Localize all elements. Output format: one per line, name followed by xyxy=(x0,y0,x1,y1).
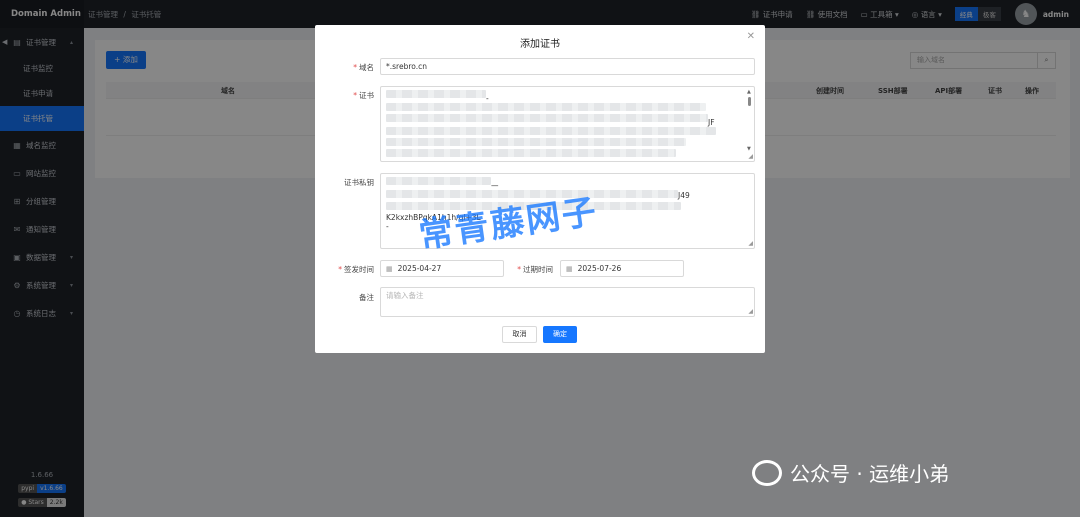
private-key-label: 证书私钥 xyxy=(344,178,374,187)
confirm-button[interactable]: 确定 xyxy=(543,326,577,343)
expire-time-label: * 过期时间 xyxy=(517,265,553,274)
remark-label: 备注 xyxy=(359,293,374,302)
issue-time-picker[interactable]: ▦ 2025-04-27 xyxy=(380,260,504,277)
resize-handle-icon[interactable]: ◢ xyxy=(748,152,753,161)
domain-input[interactable]: *.srebro.cn xyxy=(380,58,755,75)
wechat-icon xyxy=(752,459,782,486)
cert-textarea[interactable]: - JF ▲ ▼ ◢ xyxy=(380,86,755,162)
cert-label: * 证书 xyxy=(353,91,374,100)
calendar-icon: ▦ xyxy=(386,265,393,273)
add-cert-dialog: 添加证书 ✕ * 域名 *.srebro.cn * 证书 - JF ▲ ▼ ◢ 证书私… xyxy=(315,25,765,353)
dialog-title: 添加证书 xyxy=(520,39,560,50)
resize-handle-icon[interactable]: ◢ xyxy=(748,307,753,316)
issue-time-label: * 签发时间 xyxy=(338,265,374,274)
cancel-button[interactable]: 取消 xyxy=(502,326,537,343)
calendar-icon: ▦ xyxy=(566,265,573,273)
close-icon[interactable]: ✕ xyxy=(747,31,755,42)
wechat-watermark: 公众号 · 运维小弟 xyxy=(752,458,949,487)
remark-textarea[interactable]: 请输入备注 ◢ xyxy=(380,287,755,317)
expire-time-picker[interactable]: ▦ 2025-07-26 xyxy=(560,260,684,277)
resize-handle-icon[interactable]: ◢ xyxy=(748,239,753,248)
cert-scrollbar[interactable]: ▲ ▼ xyxy=(747,89,752,152)
domain-label: * 域名 xyxy=(353,63,374,72)
